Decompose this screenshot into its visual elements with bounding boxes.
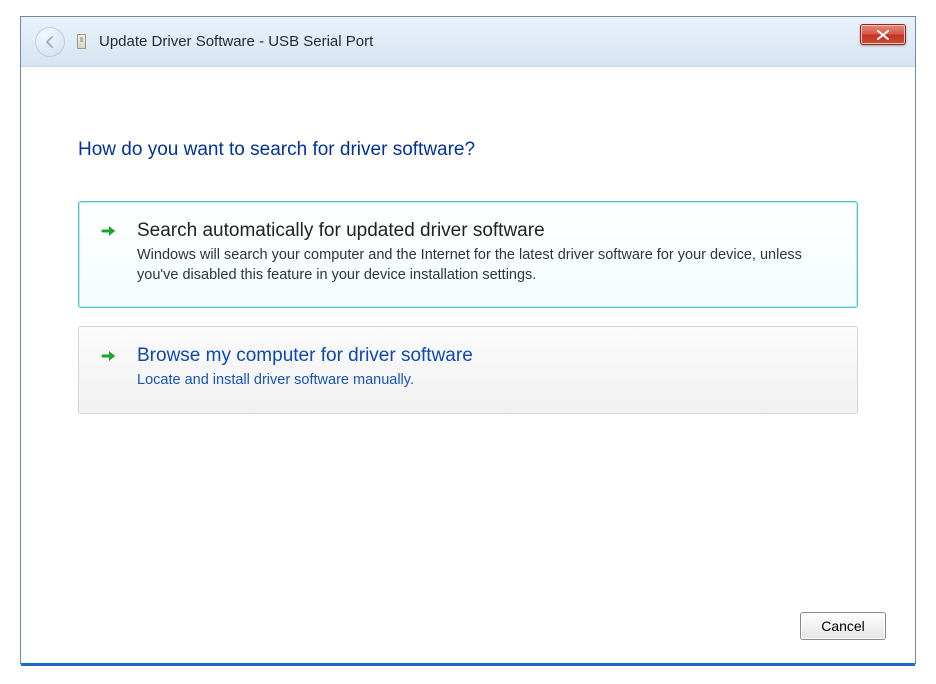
options-group: Search automatically for updated driver … — [78, 201, 858, 414]
content-pane: How do you want to search for driver sof… — [22, 91, 914, 662]
close-icon — [877, 30, 889, 40]
option-search-automatically[interactable]: Search automatically for updated driver … — [78, 201, 858, 308]
option-description: Locate and install driver software manua… — [137, 371, 835, 391]
cancel-button[interactable]: Cancel — [800, 612, 886, 640]
titlebar: Update Driver Software - USB Serial Port — [21, 17, 915, 67]
option-title: Browse my computer for driver software — [137, 345, 835, 367]
page-heading: How do you want to search for driver sof… — [78, 139, 914, 161]
dialog-footer: Cancel — [800, 612, 886, 640]
back-button[interactable] — [35, 27, 65, 57]
option-body: Browse my computer for driver software L… — [137, 345, 835, 391]
option-description: Windows will search your computer and th… — [137, 246, 835, 285]
dialog-window: Update Driver Software - USB Serial Port… — [20, 16, 916, 664]
option-body: Search automatically for updated driver … — [137, 220, 835, 285]
device-icon — [75, 32, 89, 52]
back-arrow-icon — [43, 35, 57, 49]
arrow-right-icon — [101, 348, 119, 391]
option-browse-computer[interactable]: Browse my computer for driver software L… — [78, 326, 858, 414]
window-title: Update Driver Software - USB Serial Port — [99, 33, 373, 50]
option-title: Search automatically for updated driver … — [137, 220, 835, 242]
arrow-right-icon — [101, 223, 119, 285]
close-button[interactable] — [860, 24, 906, 45]
